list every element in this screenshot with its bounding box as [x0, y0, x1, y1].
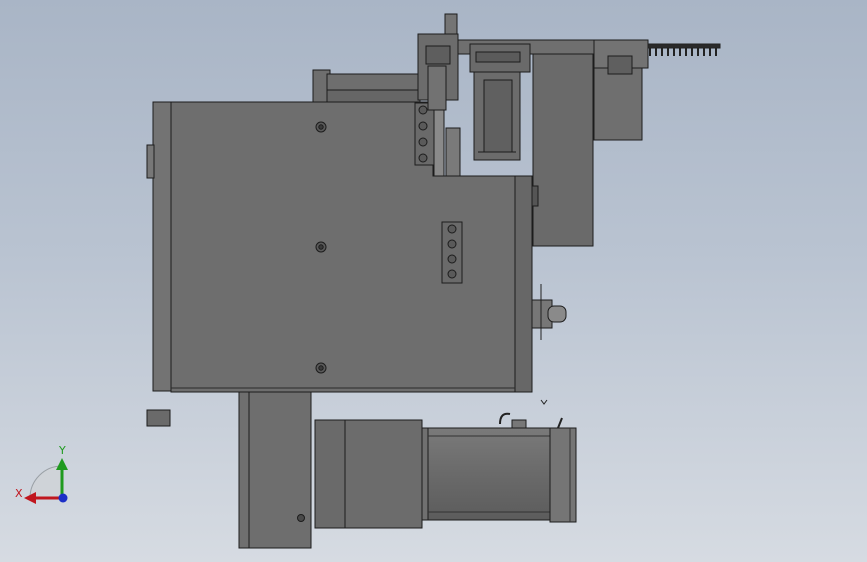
right-frame-post [532, 53, 594, 247]
housing-right-rim [514, 175, 533, 393]
guide-rod-right [445, 127, 461, 177]
lower-motor-cap [549, 427, 577, 523]
coupling-block [314, 419, 346, 529]
lower-motor-neck [421, 427, 429, 521]
left-side-plate [152, 101, 172, 392]
lower-motor-body [427, 427, 551, 521]
axis-triad: Y X [15, 444, 68, 504]
side-cable-clip [531, 185, 539, 207]
comb-teeth [647, 43, 721, 56]
lower-bracket [248, 391, 312, 549]
right-frame-head-slot [607, 55, 633, 75]
left-side-tab [146, 144, 155, 179]
lower-bracket-plate [238, 391, 250, 549]
detached-block [146, 409, 171, 427]
triad-y-label: Y [58, 444, 66, 457]
cad-model-view[interactable]: Y X [0, 0, 867, 562]
motor-cable-hook [499, 412, 511, 425]
top-slide-lower [427, 65, 447, 111]
coupling-flange [344, 419, 423, 529]
cable-stub [540, 399, 548, 405]
triad-x-label: X [15, 487, 23, 500]
top-rail-slot [475, 51, 521, 63]
upper-arm-bar [326, 73, 420, 93]
triad-z-origin-icon [58, 493, 68, 503]
side-fitting-shaft [547, 305, 567, 323]
guide-rod-left [433, 99, 445, 177]
assembly-model[interactable] [146, 13, 721, 549]
top-slide-window [425, 45, 451, 65]
cad-viewport[interactable]: Y X [0, 0, 867, 562]
main-housing [170, 101, 516, 393]
mid-motor-face [483, 79, 513, 153]
motor-connector [511, 419, 527, 429]
triad-y-arrow-icon [56, 458, 68, 470]
motor-cable-hook-right [557, 417, 563, 429]
upper-arm-plate [326, 89, 421, 103]
top-pin-housing [444, 13, 458, 35]
